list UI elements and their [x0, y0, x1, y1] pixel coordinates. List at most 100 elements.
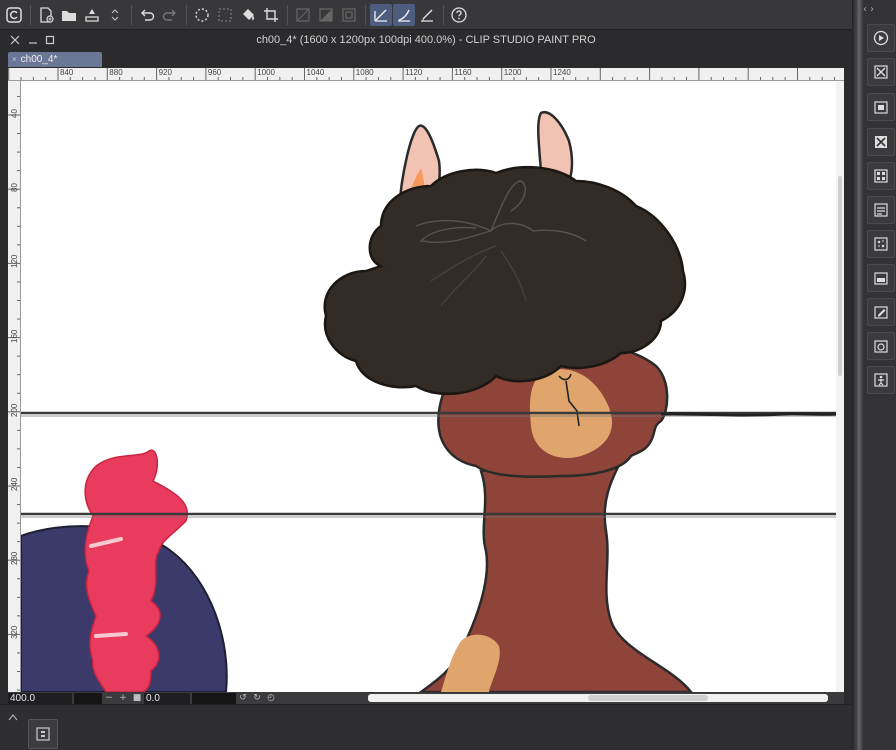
edit-layer-button[interactable]	[867, 298, 895, 326]
toggle-preview-button[interactable]	[338, 4, 360, 26]
vertical-scroll-thumb[interactable]	[838, 176, 842, 376]
document-tab-bar: × ch00_4*	[0, 51, 852, 67]
redo-button[interactable]	[159, 4, 181, 26]
new-file-icon	[40, 6, 54, 23]
help-button[interactable]	[448, 4, 470, 26]
drawing-canvas[interactable]	[21, 81, 836, 692]
figure-icon	[874, 373, 888, 387]
toolbar-separator	[287, 4, 288, 25]
new-file-button[interactable]	[35, 4, 57, 26]
vertical-ruler: 40 80 120 160 200 240 280 320	[8, 81, 21, 692]
ruler-label: 1120	[405, 68, 423, 77]
ruler-label: 240	[10, 477, 19, 491]
ruler-label: 200	[10, 403, 19, 417]
horizontal-scroll-thumb[interactable]	[588, 695, 708, 701]
material-button[interactable]	[867, 230, 895, 258]
fit-icon[interactable]: ■	[130, 693, 144, 703]
stray-stroke	[660, 412, 836, 417]
layer-delete-button[interactable]	[867, 58, 895, 86]
collapse-arrows-icon[interactable]: ‹ ›	[863, 4, 874, 15]
save-options-button[interactable]	[104, 4, 126, 26]
navigator-icon	[873, 30, 889, 46]
rotate-left-icon[interactable]: ↺	[236, 693, 250, 703]
reset-rotation-icon[interactable]: ◴	[264, 693, 278, 703]
clear-selection-icon	[195, 7, 209, 22]
clear-layer-icon	[875, 136, 887, 148]
camera-layer-button[interactable]	[867, 332, 895, 360]
artwork	[21, 111, 836, 692]
sub-tool-icon	[874, 203, 888, 217]
rotation-slider[interactable]	[192, 692, 236, 704]
ruler-label: 1240	[553, 68, 571, 77]
draw-outside-icon	[296, 7, 310, 22]
snap-to-grid-icon	[421, 8, 433, 22]
toolbar-separator	[443, 4, 444, 25]
tab-label: ch00_4*	[20, 54, 58, 65]
camera-icon	[874, 340, 888, 353]
ruler-label: 960	[207, 68, 222, 77]
toolbar-separator	[131, 4, 132, 25]
select-button[interactable]	[214, 4, 236, 26]
clear-selection-button[interactable]	[191, 4, 213, 26]
edit-layer-icon	[874, 306, 888, 319]
layer-folder-icon	[874, 272, 888, 285]
snap-to-grid-button[interactable]	[416, 4, 438, 26]
open-folder-icon	[62, 10, 76, 21]
ruler-label: 160	[10, 329, 19, 343]
toggle-transparency-button[interactable]	[315, 4, 337, 26]
open-file-button[interactable]	[58, 4, 80, 26]
undo-button[interactable]	[136, 4, 158, 26]
3d-figure-button[interactable]	[867, 366, 895, 394]
ruler-label: 1160	[454, 68, 472, 77]
help-icon	[451, 6, 467, 23]
rotate-right-icon[interactable]: ↻	[250, 693, 264, 703]
ruler-label: 280	[10, 551, 19, 566]
right-side-panel: ‹ ›	[852, 0, 896, 750]
checker-layer-icon	[874, 169, 888, 183]
layer-folder-button[interactable]	[867, 264, 895, 292]
ruler-label: 840	[60, 68, 74, 77]
vertical-scrollbar[interactable]	[836, 81, 844, 692]
clear-layer-button[interactable]	[867, 128, 895, 156]
snap-to-ruler-button[interactable]	[370, 3, 392, 26]
panel-icon	[36, 727, 50, 741]
document-title-bar: ch00_4* (1600 x 1200px 100dpi 400.0%) - …	[0, 31, 852, 51]
ruler-label: 80	[10, 183, 19, 193]
sub-tool-detail-button[interactable]	[867, 196, 895, 224]
layer-x-icon	[874, 65, 888, 79]
save-button[interactable]	[81, 4, 103, 26]
rotation-input[interactable]: 0.0	[144, 692, 190, 704]
canvas-status-bar: 400.0 − + ■ 0.0 ↺ ↻ ◴	[8, 692, 844, 704]
crop-icon	[264, 7, 278, 22]
toolbar-separator	[365, 4, 366, 25]
preview-icon	[342, 7, 356, 22]
undo-icon	[141, 9, 155, 21]
zoom-input[interactable]: 400.0	[8, 692, 72, 704]
snap-to-guide-button[interactable]	[393, 3, 415, 26]
tab-ch00-4[interactable]: × ch00_4*	[8, 52, 102, 67]
zoom-out-icon[interactable]: −	[102, 693, 116, 703]
clip-studio-window: ch00_4* (1600 x 1200px 100dpi 400.0%) - …	[0, 0, 896, 750]
clip-studio-logo-button[interactable]	[3, 4, 25, 26]
toggle-draw-outside-button[interactable]	[292, 4, 314, 26]
snap-to-ruler-icon	[374, 8, 387, 22]
pink-highlight	[94, 632, 128, 638]
zoom-slider[interactable]	[74, 692, 102, 704]
panel-edge	[853, 0, 863, 750]
layer-property-button[interactable]	[867, 93, 895, 121]
fill-button[interactable]	[237, 4, 259, 26]
zoom-in-icon[interactable]: +	[116, 693, 130, 703]
tab-close-icon[interactable]: ×	[12, 55, 17, 64]
command-bar	[0, 0, 852, 30]
panel-menu-button[interactable]	[28, 719, 58, 749]
crop-button[interactable]	[260, 4, 282, 26]
ruler-label: 1080	[355, 68, 374, 77]
chevron-up-icon[interactable]	[8, 713, 18, 721]
layer-mask-button[interactable]	[867, 162, 895, 190]
chevron-updown-icon	[111, 8, 119, 21]
horizontal-scrollbar[interactable]	[368, 694, 828, 702]
navigator-button[interactable]	[867, 24, 895, 52]
ruler-label: 1000	[257, 68, 275, 77]
ruler-label: 120	[10, 255, 19, 269]
toolbar-separator	[186, 4, 187, 25]
